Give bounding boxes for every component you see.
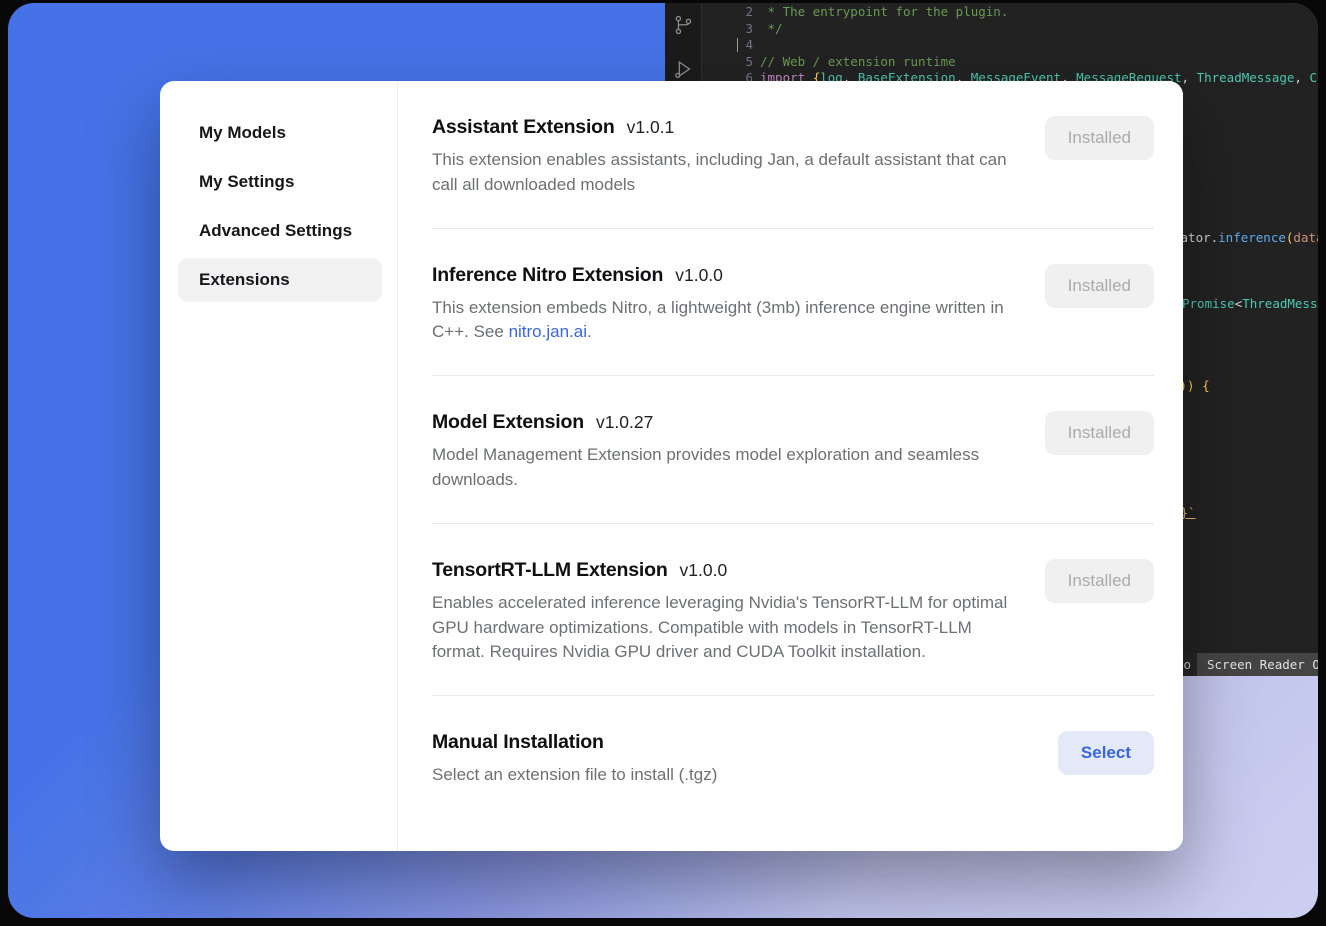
line-number: 2: [725, 4, 753, 21]
sidebar-item-extensions[interactable]: Extensions: [178, 258, 382, 302]
code-line: [760, 37, 1318, 54]
sidebar-item-my-settings[interactable]: My Settings: [178, 160, 382, 204]
extension-description: This extension embeds Nitro, a lightweig…: [432, 296, 1010, 346]
source-control-icon[interactable]: [672, 14, 694, 36]
line-number: 4: [725, 37, 753, 54]
installed-button[interactable]: Installed: [1045, 264, 1154, 308]
code-area: * The entrypoint for the plugin. */ // We…: [760, 4, 1318, 87]
extension-info: TensortRT-LLM Extension v1.0.0 Enables acc…: [432, 559, 1045, 665]
extension-row-model-extension: Model Extension v1.0.27 Model Management E…: [432, 376, 1154, 523]
code-token: inference: [1218, 230, 1286, 245]
sidebar-item-label: Extensions: [199, 270, 290, 290]
extension-name: Model Extension: [432, 411, 584, 434]
code-fragment: Promise<ThreadMessage>: [1182, 296, 1318, 312]
line-number: 5: [725, 54, 753, 71]
code-token: ContentType: [1309, 70, 1318, 85]
extension-description: This extension enables assistants, inclu…: [432, 148, 1010, 198]
extension-version: v1.0.0: [680, 560, 728, 581]
text-cursor: [737, 38, 738, 52]
code-token: ,: [1294, 70, 1309, 85]
code-fragment: rator.inference(data));: [1173, 230, 1318, 246]
code-token: ThreadMessage: [1197, 70, 1295, 85]
installed-button[interactable]: Installed: [1045, 116, 1154, 160]
code-token: Promise: [1182, 296, 1235, 311]
extension-row-manual-installation: Manual Installation Select an extension f…: [432, 696, 1154, 818]
extension-name: Inference Nitro Extension: [432, 264, 663, 287]
select-button[interactable]: Select: [1058, 731, 1154, 775]
extensions-panel: Assistant Extension v1.0.1 This extension …: [398, 81, 1183, 851]
extension-description: Enables accelerated inference leveraging…: [432, 591, 1010, 665]
extension-row-inference-nitro-extension: Inference Nitro Extension v1.0.0 This exte…: [432, 229, 1154, 376]
sidebar-item-label: Advanced Settings: [199, 221, 352, 241]
settings-modal: My Models My Settings Advanced Settings Ext…: [160, 81, 1183, 851]
sidebar-item-label: My Models: [199, 123, 286, 143]
desktop-backdrop: 23456 * The entrypoint for the plugin. *…: [8, 3, 1318, 918]
screen-reader-status[interactable]: Screen Reader Optimized: [1197, 653, 1318, 676]
settings-sidebar: My Models My Settings Advanced Settings Ext…: [160, 81, 398, 851]
extension-description: Select an extension file to install (.tg…: [432, 763, 1010, 788]
code-token: data: [1293, 230, 1318, 245]
extension-row-assistant-extension: Assistant Extension v1.0.1 This extension …: [432, 81, 1154, 228]
extension-version: v1.0.0: [675, 265, 723, 286]
code-token: */: [760, 21, 783, 36]
code-token: ThreadMessage: [1242, 296, 1318, 311]
sidebar-item-advanced-settings[interactable]: Advanced Settings: [178, 209, 382, 253]
code-line: * The entrypoint for the plugin.: [760, 4, 1318, 21]
installed-button[interactable]: Installed: [1045, 559, 1154, 603]
run-and-debug-icon[interactable]: [672, 58, 694, 80]
extension-name: Assistant Extension: [432, 116, 615, 139]
extension-info: Model Extension v1.0.27 Model Management E…: [432, 411, 1045, 493]
extension-info: Inference Nitro Extension v1.0.0 This exte…: [432, 264, 1045, 346]
extension-info: Manual Installation Select an extension f…: [432, 731, 1058, 788]
line-number-gutter: 23456: [725, 4, 753, 87]
installed-button[interactable]: Installed: [1045, 411, 1154, 455]
extension-name: Manual Installation: [432, 731, 604, 754]
code-token: {: [1202, 378, 1210, 393]
extension-row-tensortrt-llm-extension: TensortRT-LLM Extension v1.0.0 Enables acc…: [432, 524, 1154, 695]
sidebar-item-my-models[interactable]: My Models: [178, 111, 382, 155]
code-line: // Web / extension runtime: [760, 54, 1318, 71]
code-token: // Web / extension runtime: [760, 54, 956, 69]
extension-info: Assistant Extension v1.0.1 This extension …: [432, 116, 1045, 198]
code-line: */: [760, 21, 1318, 38]
line-number: 3: [725, 21, 753, 38]
nitro-jan-ai-link[interactable]: nitro.jan.ai: [509, 322, 587, 341]
code-token: * The entrypoint for the plugin.: [760, 4, 1008, 19]
extension-version: v1.0.27: [596, 412, 653, 433]
extension-description: Model Management Extension provides mode…: [432, 443, 1010, 493]
extension-version: v1.0.1: [627, 117, 675, 138]
extension-name: TensortRT-LLM Extension: [432, 559, 668, 582]
sidebar-item-label: My Settings: [199, 172, 294, 192]
code-token: ,: [1182, 70, 1197, 85]
